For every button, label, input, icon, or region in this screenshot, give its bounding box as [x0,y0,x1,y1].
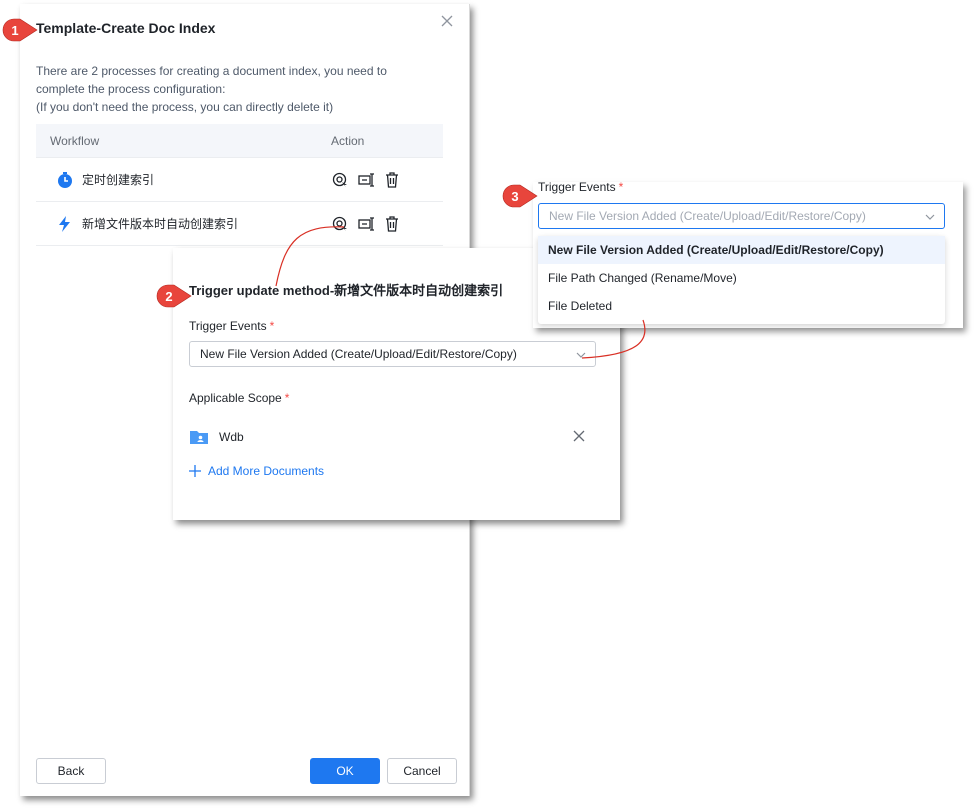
required-mark: * [284,391,290,405]
ok-button[interactable]: OK [310,758,380,784]
step-badge-2: 2 [156,284,192,308]
add-more-documents-link[interactable]: Add More Documents [189,464,324,478]
trigger-settings-icon[interactable] [331,215,349,233]
trigger-events-label: Trigger Events * [538,180,623,194]
header-workflow: Workflow [50,133,100,148]
trigger-events-dropdown-panel: Trigger Events * New File Version Added (… [533,180,963,328]
applicable-scope-label: Applicable Scope * [189,391,289,405]
description-line: (If you don't need the process, you can … [36,100,334,114]
select-placeholder: New File Version Added (Create/Upload/Ed… [549,209,866,223]
dialog-description: There are 2 processes for creating a doc… [36,62,446,116]
label-text: Trigger Events [189,319,267,333]
table-header: Workflow Action [36,124,443,158]
back-button[interactable]: Back [36,758,106,784]
workflow-name: 新增文件版本时自动创建索引 [82,217,239,231]
cancel-button[interactable]: Cancel [387,758,457,784]
trigger-events-label: Trigger Events * [189,319,274,333]
scope-item-name: Wdb [219,430,244,444]
dropdown-option-file-path-changed[interactable]: File Path Changed (Rename/Move) [538,264,945,292]
trigger-settings-icon[interactable] [331,171,349,189]
header-action: Action [331,133,365,148]
table-row: 新增文件版本时自动创建索引 [36,202,443,246]
trigger-events-select[interactable]: New File Version Added (Create/Upload/Ed… [189,341,596,367]
label-text: Trigger Events [538,180,616,194]
lightning-icon [59,215,70,232]
dropdown-menu: New File Version Added (Create/Upload/Ed… [538,236,945,324]
step-number: 3 [511,188,519,204]
step-number: 1 [11,22,19,38]
remove-icon[interactable] [571,428,587,444]
label-text: Applicable Scope [189,391,282,405]
step-badge-3: 3 [502,184,538,208]
plus-icon [189,465,201,477]
dialog-title: Template-Create Doc Index [36,20,216,36]
step-number: 2 [165,288,173,304]
edit-form-icon[interactable] [357,171,375,189]
chevron-down-icon [576,352,586,358]
clock-icon [58,171,72,188]
selected-value: New File Version Added (Create/Upload/Ed… [200,347,517,361]
edit-form-icon[interactable] [357,215,375,233]
table-row: 定时创建索引 [36,158,443,202]
add-more-label: Add More Documents [208,464,325,478]
close-icon[interactable] [438,12,456,30]
dropdown-option-new-file-version[interactable]: New File Version Added (Create/Upload/Ed… [538,236,945,264]
chevron-down-icon [925,214,935,220]
panel-title: Trigger update method-新增文件版本时自动创建索引 [189,283,504,298]
workflow-name: 定时创建索引 [82,173,155,187]
step-badge-1: 1 [2,18,38,42]
required-mark: * [618,180,624,194]
trigger-events-select[interactable]: New File Version Added (Create/Upload/Ed… [538,203,945,229]
description-line: complete the process configuration: [36,82,226,96]
scope-item: Wdb [189,426,587,448]
description-line: There are 2 processes for creating a doc… [36,64,387,78]
shared-folder-icon [190,431,208,444]
delete-icon[interactable] [383,215,401,233]
delete-icon[interactable] [383,171,401,189]
dropdown-option-file-deleted[interactable]: File Deleted [538,292,945,320]
required-mark: * [269,319,275,333]
workflow-table: Workflow Action 定时创建索引 新增文件版本时自动创建索引 [36,124,443,246]
